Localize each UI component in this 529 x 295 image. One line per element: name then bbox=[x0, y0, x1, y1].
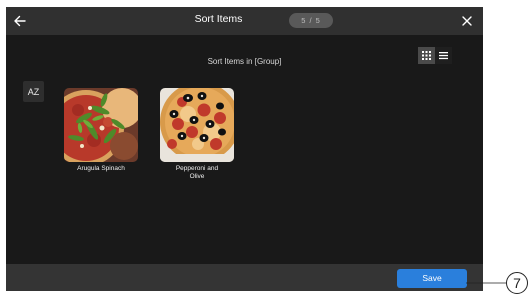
close-icon[interactable] bbox=[459, 13, 475, 29]
footer-bar: Save bbox=[6, 264, 483, 291]
list-icon bbox=[439, 52, 448, 60]
grid-icon bbox=[422, 51, 431, 60]
list-item[interactable]: Arugula Spinach bbox=[56, 88, 146, 188]
pepperoni-olive-pizza-image bbox=[160, 88, 234, 162]
section-subtitle: Sort Items in [Group] bbox=[207, 57, 282, 66]
header-bar: Sort Items 5 / 5 bbox=[6, 7, 483, 35]
grid-view-button[interactable] bbox=[418, 47, 435, 64]
list-item[interactable]: Pepperoni and Olive bbox=[152, 88, 242, 188]
page-title: Sort Items bbox=[194, 13, 243, 25]
list-view-button[interactable] bbox=[435, 47, 452, 64]
sort-items-dialog: Sort Items 5 / 5 Sort Items in [Group] A… bbox=[6, 7, 483, 291]
arugula-spinach-pizza-image bbox=[64, 88, 138, 162]
item-label: Pepperoni and Olive bbox=[175, 165, 219, 180]
callout-marker: 7 bbox=[466, 272, 528, 294]
pager-badge: 5 / 5 bbox=[289, 13, 333, 28]
callout-number: 7 bbox=[513, 275, 521, 291]
sort-az-icon: AZ bbox=[27, 86, 40, 97]
view-toggle bbox=[418, 47, 452, 64]
sort-alphabetical-button[interactable]: AZ bbox=[23, 81, 44, 102]
item-label: Arugula Spinach bbox=[77, 165, 125, 172]
save-button[interactable]: Save bbox=[397, 269, 467, 288]
